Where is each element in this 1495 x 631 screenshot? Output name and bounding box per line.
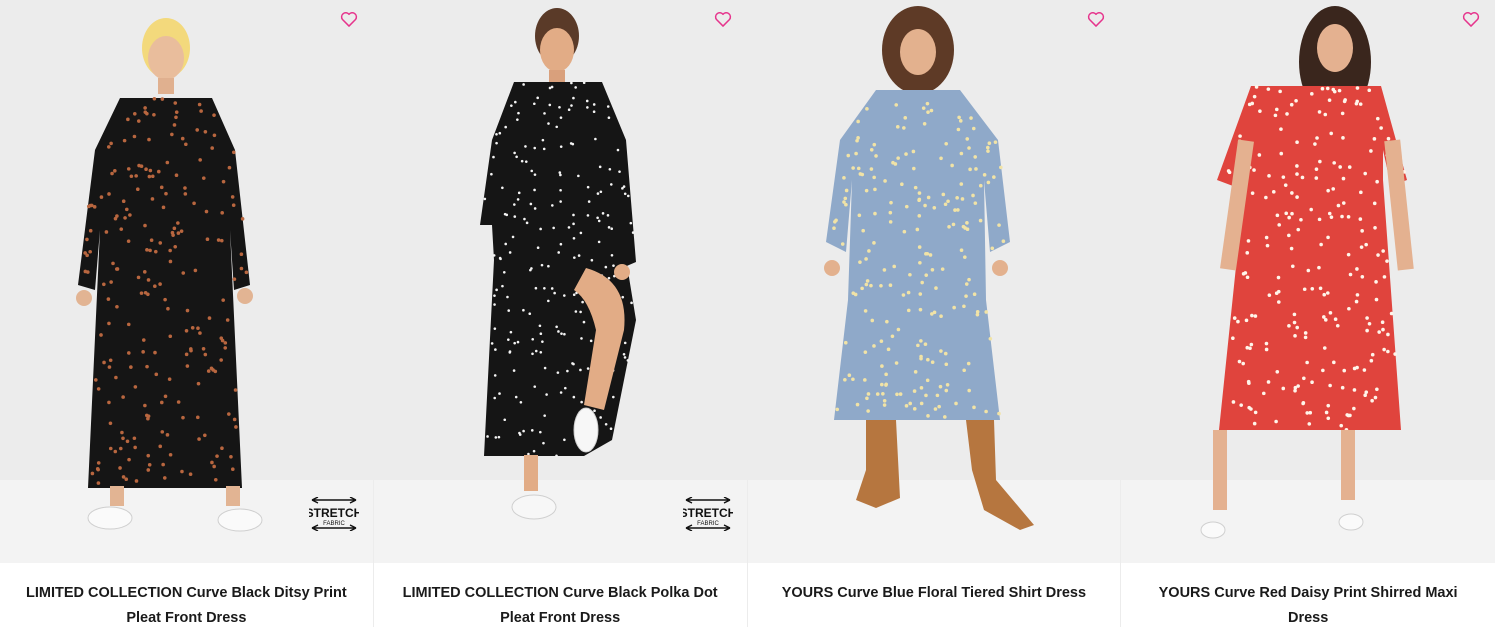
product-image[interactable]: STRETCH FABRIC [0, 0, 373, 563]
heart-outline-icon[interactable] [1461, 9, 1481, 29]
product-card[interactable]: YOURS Curve Red Daisy Print Shirred Maxi… [1121, 0, 1495, 627]
heart-outline-icon[interactable] [1086, 9, 1106, 29]
product-photo [747, 0, 1121, 563]
stretch-label: STRETCH [683, 506, 733, 520]
heart-outline-icon[interactable] [713, 9, 733, 29]
stretch-fabric-badge: STRETCH FABRIC [683, 497, 733, 531]
stretch-fabric-badge: STRETCH FABRIC [309, 497, 359, 531]
product-title[interactable]: LIMITED COLLECTION Curve Black Ditsy Pri… [0, 563, 373, 627]
product-title[interactable]: LIMITED COLLECTION Curve Black Polka Dot… [374, 563, 747, 627]
fabric-label: FABRIC [697, 521, 719, 527]
product-grid: STRETCH FABRIC LIMITED COLLECTION Curve … [0, 0, 1495, 627]
product-image[interactable] [1121, 0, 1495, 563]
product-image[interactable]: STRETCH FABRIC [373, 0, 747, 563]
product-title[interactable]: YOURS Curve Blue Floral Tiered Shirt Dre… [748, 563, 1121, 627]
product-photo [0, 0, 373, 563]
stretch-label: STRETCH [309, 506, 359, 520]
product-card[interactable]: YOURS Curve Blue Floral Tiered Shirt Dre… [747, 0, 1122, 627]
fabric-label: FABRIC [323, 521, 345, 527]
product-card[interactable]: STRETCH FABRIC LIMITED COLLECTION Curve … [373, 0, 748, 627]
product-photo [373, 0, 747, 563]
product-photo [1121, 0, 1495, 563]
heart-outline-icon[interactable] [339, 9, 359, 29]
product-card[interactable]: STRETCH FABRIC LIMITED COLLECTION Curve … [0, 0, 374, 627]
product-title[interactable]: YOURS Curve Red Daisy Print Shirred Maxi… [1121, 563, 1495, 627]
product-image[interactable] [747, 0, 1121, 563]
